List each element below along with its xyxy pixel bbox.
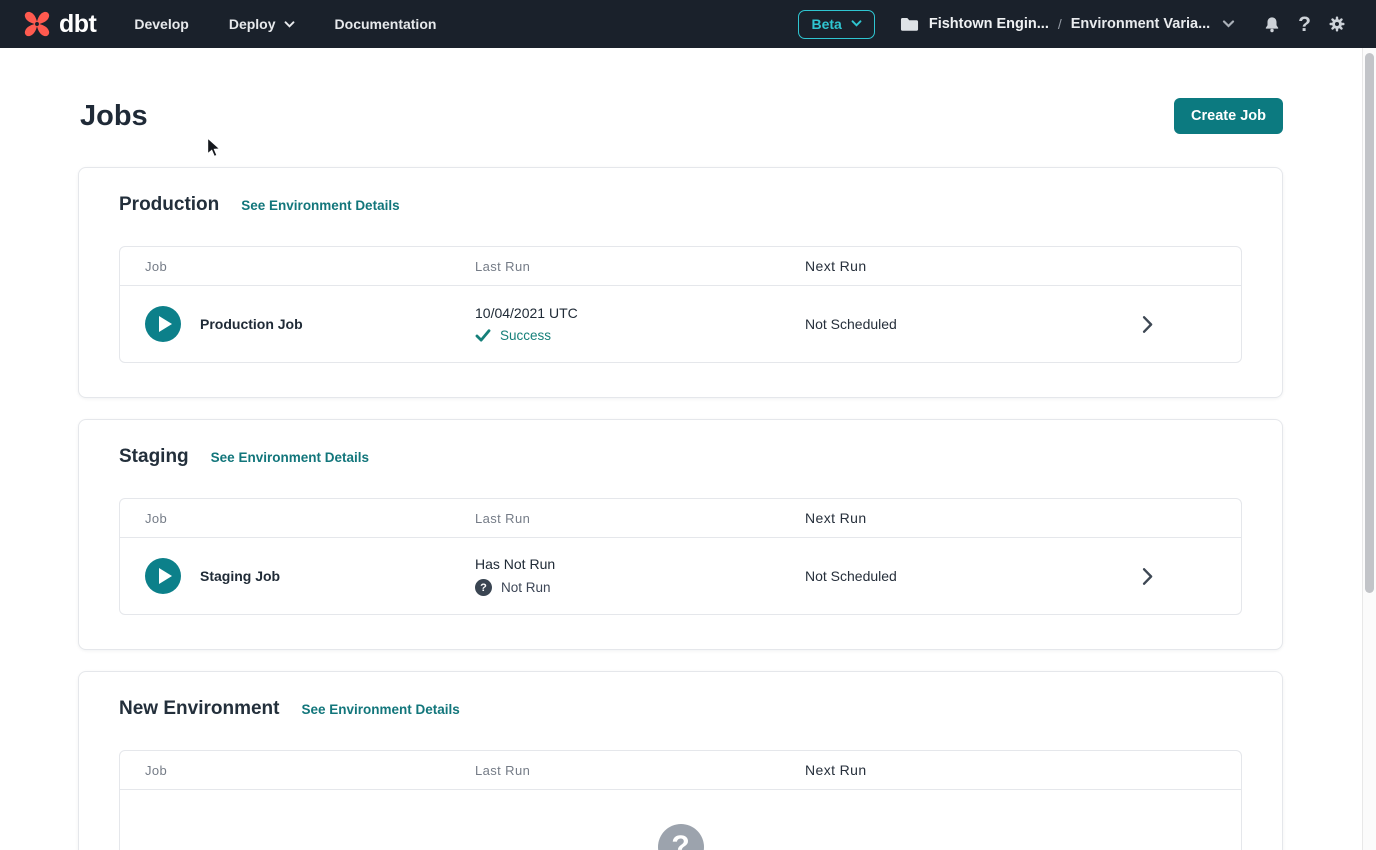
last-run-cell: Has Not Run ? Not Run — [475, 556, 805, 596]
status-label: Success — [500, 328, 551, 343]
jobs-table: Job Last Run Next Run Staging Job Has No… — [119, 498, 1242, 615]
play-icon — [159, 316, 172, 332]
run-job-button[interactable] — [145, 558, 181, 594]
next-run-cell: Not Scheduled — [805, 568, 1142, 584]
environment-header: Production See Environment Details — [119, 194, 1242, 216]
job-cell: Production Job — [120, 306, 475, 342]
nav-item-develop[interactable]: Develop — [134, 16, 188, 32]
nav-item-documentation[interactable]: Documentation — [335, 16, 437, 32]
last-run-date: 10/04/2021 UTC — [475, 305, 805, 321]
next-run-cell: Not Scheduled — [805, 316, 1142, 332]
column-header-last-run: Last Run — [475, 763, 805, 778]
breadcrumb[interactable]: Fishtown Engin... / Environment Varia... — [900, 16, 1235, 32]
breadcrumb-separator: / — [1058, 16, 1062, 32]
breadcrumb-page[interactable]: Environment Varia... — [1071, 16, 1210, 32]
table-header-row: Job Last Run Next Run — [120, 751, 1241, 790]
page-header: Jobs Create Job — [78, 98, 1283, 134]
last-run-status: ? Not Run — [475, 579, 805, 596]
folder-icon — [900, 16, 919, 32]
job-name: Production Job — [200, 316, 303, 332]
chevron-down-icon — [851, 20, 862, 27]
scrollbar[interactable] — [1362, 48, 1376, 850]
column-header-last-run: Last Run — [475, 259, 805, 274]
dbt-logo[interactable]: dbt — [22, 9, 96, 39]
table-header-row: Job Last Run Next Run — [120, 247, 1241, 286]
last-run-cell: 10/04/2021 UTC Success — [475, 305, 805, 343]
main-content: Jobs Create Job Production See Environme… — [0, 98, 1376, 850]
environment-title: New Environment — [119, 698, 279, 720]
column-header-next-run: Next Run — [805, 762, 1241, 778]
column-header-job: Job — [120, 763, 475, 778]
question-circle-icon: ? — [475, 579, 492, 596]
scrollbar-thumb[interactable] — [1365, 53, 1374, 593]
environment-title: Staging — [119, 446, 189, 468]
jobs-table: Job Last Run Next Run Production Job 10/… — [119, 246, 1242, 363]
gear-icon — [1328, 15, 1346, 33]
column-header-last-run: Last Run — [475, 511, 805, 526]
dbt-logo-icon — [22, 9, 52, 39]
status-label: Not Run — [501, 580, 551, 595]
column-header-next-run: Next Run — [805, 510, 1241, 526]
column-header-job: Job — [120, 511, 475, 526]
column-header-job: Job — [120, 259, 475, 274]
create-job-button[interactable]: Create Job — [1174, 98, 1283, 134]
primary-nav: Develop Deploy Documentation — [134, 16, 436, 32]
check-icon — [475, 329, 491, 342]
environment-card-new-environment: New Environment See Environment Details … — [78, 671, 1283, 850]
bell-icon — [1263, 15, 1281, 34]
nav-item-label: Develop — [134, 16, 188, 32]
job-name: Staging Job — [200, 568, 280, 584]
play-icon — [159, 568, 172, 584]
chevron-down-icon — [284, 21, 295, 28]
beta-dropdown[interactable]: Beta — [798, 10, 874, 39]
environment-card-staging: Staging See Environment Details Job Last… — [78, 419, 1283, 650]
environment-header: Staging See Environment Details — [119, 446, 1242, 468]
environment-header: New Environment See Environment Details — [119, 698, 1242, 720]
last-run-date: Has Not Run — [475, 556, 805, 572]
chevron-right-icon[interactable] — [1142, 568, 1153, 585]
job-row-staging[interactable]: Staging Job Has Not Run ? Not Run Not Sc… — [120, 538, 1241, 614]
table-header-row: Job Last Run Next Run — [120, 499, 1241, 538]
empty-jobs-state: ? — [120, 790, 1241, 850]
nav-item-deploy[interactable]: Deploy — [229, 16, 295, 32]
see-environment-details-link[interactable]: See Environment Details — [301, 702, 459, 717]
chevron-down-icon[interactable] — [1222, 20, 1235, 28]
nav-right-section: Beta Fishtown Engin... / Environment Var… — [798, 10, 1346, 39]
last-run-status: Success — [475, 328, 805, 343]
settings-button[interactable] — [1328, 15, 1346, 33]
help-button[interactable]: ? — [1298, 14, 1311, 35]
breadcrumb-project[interactable]: Fishtown Engin... — [929, 16, 1049, 32]
notifications-button[interactable] — [1263, 15, 1281, 34]
nav-item-label: Deploy — [229, 16, 276, 32]
job-row-production[interactable]: Production Job 10/04/2021 UTC Success No… — [120, 286, 1241, 362]
nav-item-label: Documentation — [335, 16, 437, 32]
environment-card-production: Production See Environment Details Job L… — [78, 167, 1283, 398]
environment-title: Production — [119, 194, 219, 216]
app-window: dbt Develop Deploy Documentation Beta — [0, 0, 1376, 850]
nav-icon-group: ? — [1263, 14, 1346, 35]
job-cell: Staging Job — [120, 558, 475, 594]
column-header-next-run: Next Run — [805, 258, 1241, 274]
see-environment-details-link[interactable]: See Environment Details — [241, 198, 399, 213]
page-title: Jobs — [78, 100, 148, 133]
help-icon: ? — [1298, 14, 1311, 35]
beta-label: Beta — [811, 16, 841, 32]
top-nav: dbt Develop Deploy Documentation Beta — [0, 0, 1376, 48]
jobs-table: Job Last Run Next Run ? — [119, 750, 1242, 850]
question-circle-icon: ? — [658, 824, 704, 850]
see-environment-details-link[interactable]: See Environment Details — [211, 450, 369, 465]
chevron-right-icon[interactable] — [1142, 316, 1153, 333]
run-job-button[interactable] — [145, 306, 181, 342]
dbt-logo-text: dbt — [59, 10, 96, 39]
